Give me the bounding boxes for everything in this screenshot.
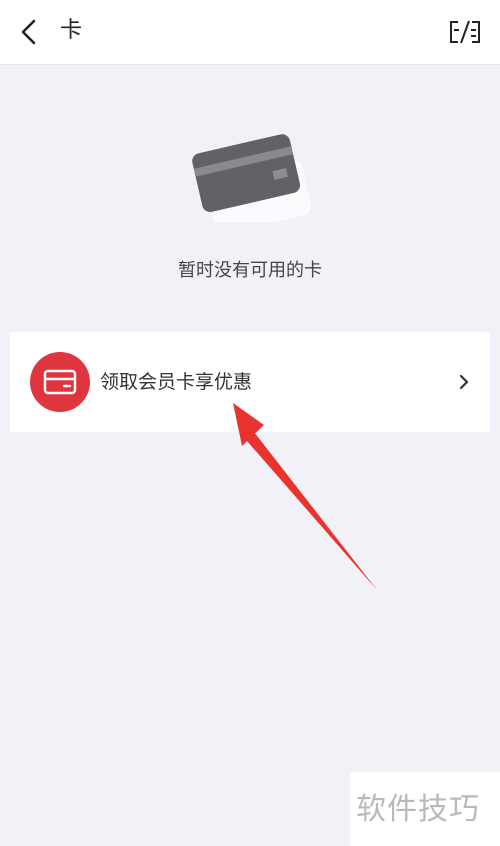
- chevron-left-icon: [21, 19, 36, 45]
- promo-card-badge: [30, 352, 90, 412]
- empty-state-message: 暂时没有可用的卡: [178, 260, 322, 281]
- watermark-text: 软件技巧: [356, 792, 480, 827]
- watermark: 软件技巧: [350, 772, 500, 846]
- claim-member-card-row[interactable]: 领取会员卡享优惠: [10, 332, 490, 432]
- page-title: 卡: [60, 18, 83, 43]
- scan-card-icon: [450, 20, 480, 44]
- scan-card-button[interactable]: [448, 15, 482, 49]
- card-icon: [192, 134, 312, 222]
- top-bar: 卡: [0, 0, 500, 65]
- claim-member-card-label: 领取会员卡享优惠: [100, 371, 253, 393]
- back-button[interactable]: [10, 14, 46, 50]
- card-icon: [43, 369, 77, 395]
- chevron-right-icon: [454, 370, 474, 394]
